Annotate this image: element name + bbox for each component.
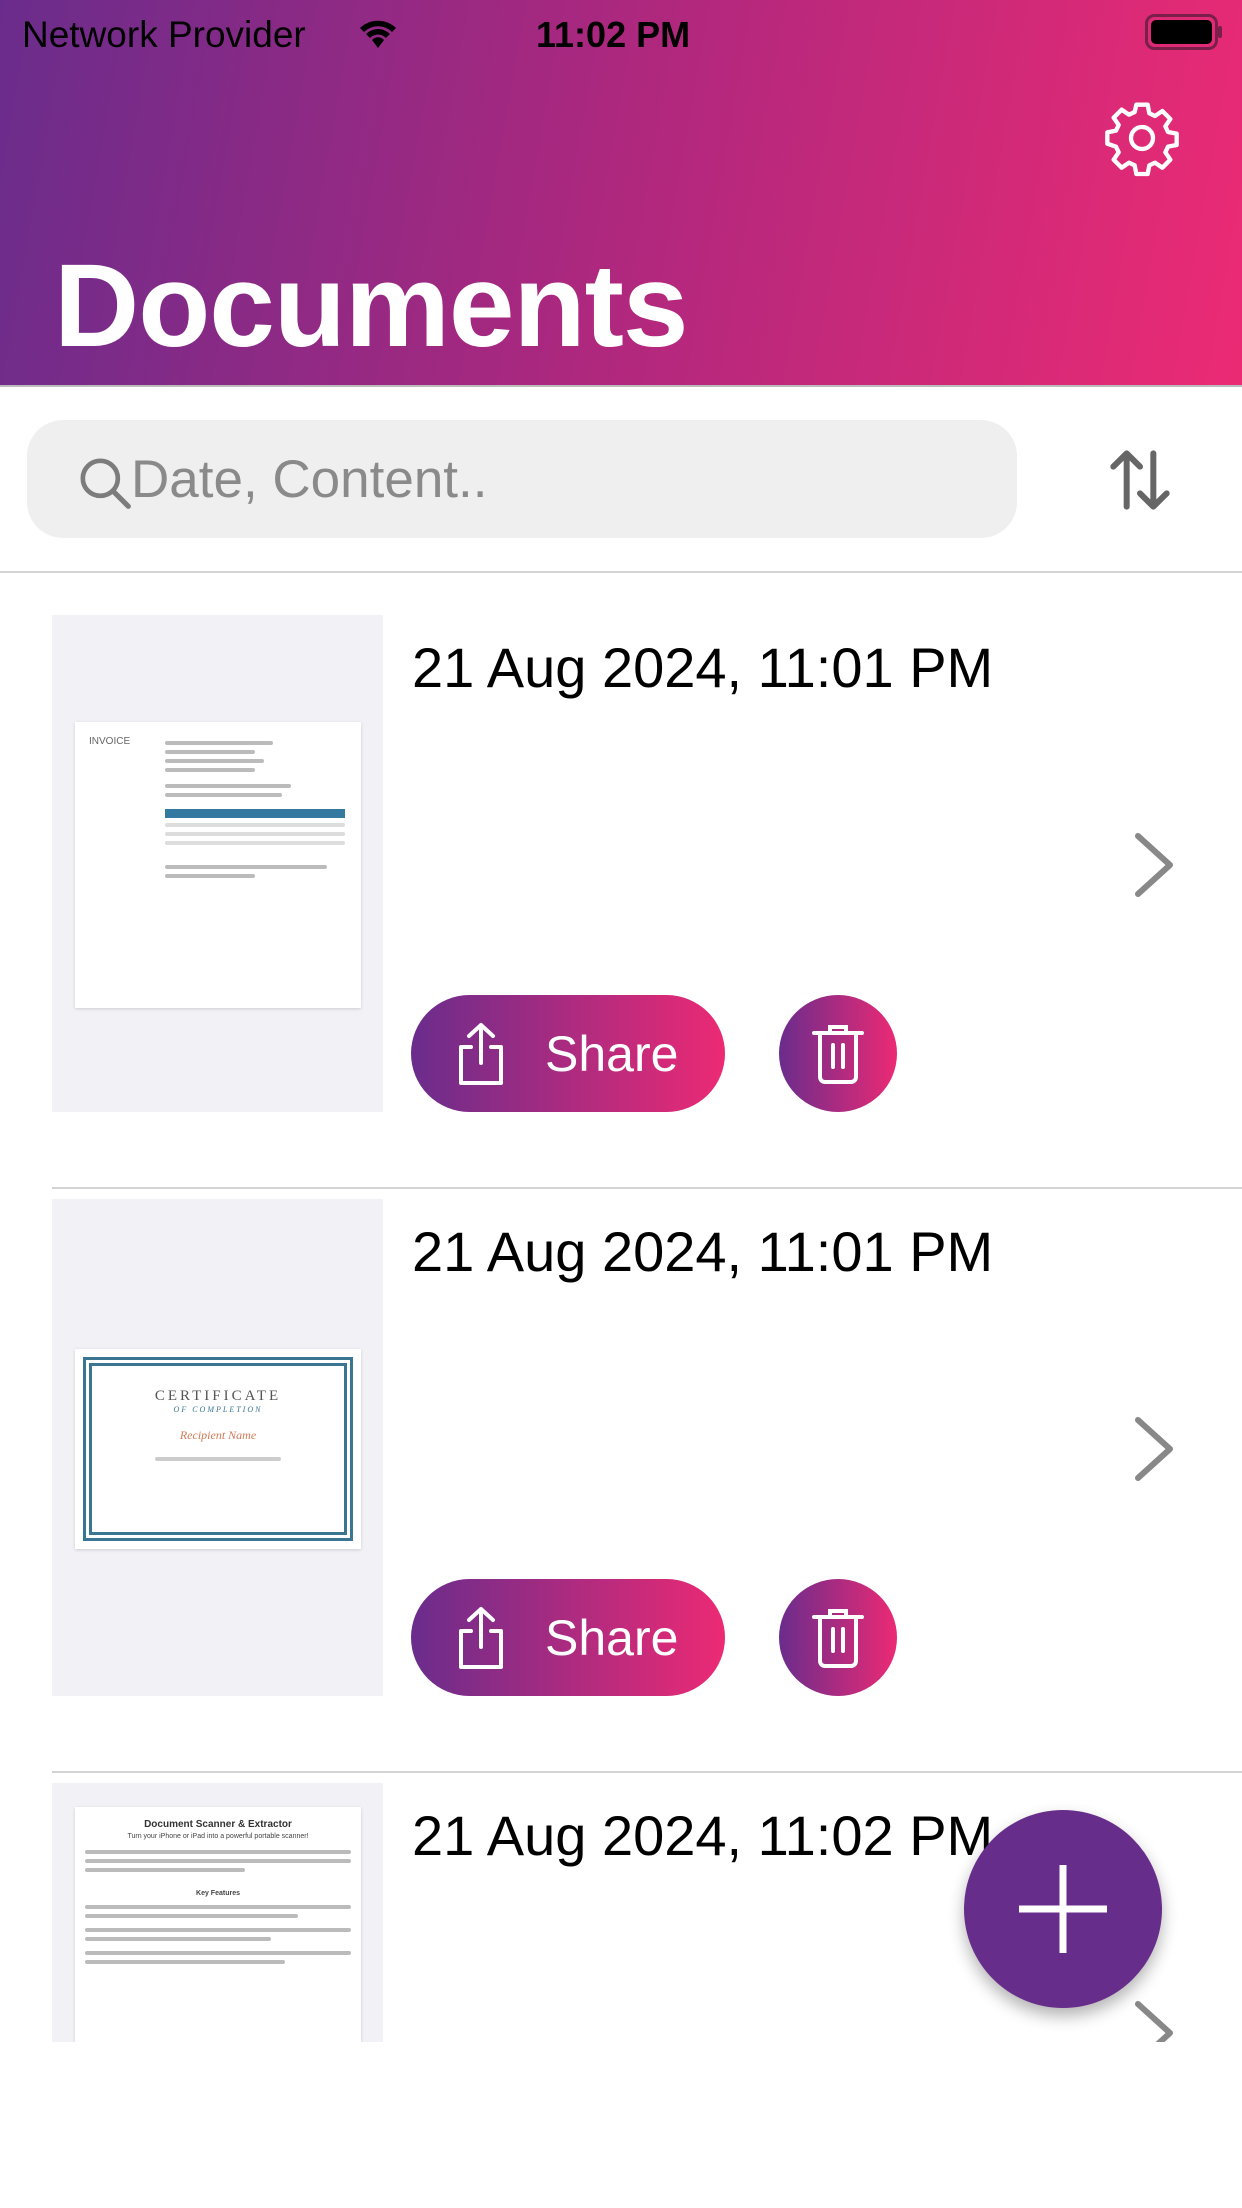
document-page: Document Scanner & Extractor Turn your i… [75, 1807, 361, 2042]
row-separator [52, 1187, 1242, 1189]
document-date: 21 Aug 2024, 11:01 PM [412, 636, 994, 699]
document-row[interactable]: INVOICE 21 Aug 2024, 11:01 PM Share [0, 615, 1242, 1199]
search-bar[interactable] [27, 420, 1017, 538]
share-button[interactable]: Share [411, 995, 725, 1112]
certificate-name: Recipient Name [179, 1428, 257, 1442]
battery-icon [1145, 14, 1222, 50]
document-thumbnail[interactable]: INVOICE [52, 615, 383, 1112]
document-thumbnail[interactable]: Document Scanner & Extractor Turn your i… [52, 1783, 383, 2042]
document-date: 21 Aug 2024, 11:02 PM [412, 1804, 994, 1867]
carrier-label: Network Provider [22, 14, 306, 55]
delete-button[interactable] [779, 995, 897, 1112]
settings-gear-icon[interactable] [1102, 98, 1182, 178]
document-thumbnail[interactable]: CERTIFICATE OF COMPLETION Recipient Name [52, 1199, 383, 1696]
chevron-right-icon[interactable] [1130, 1998, 1180, 2042]
invoice-body [165, 736, 345, 883]
doc-heading: Key Features [196, 1890, 240, 1897]
invoice-page: INVOICE [75, 722, 361, 1008]
page-title: Documents [54, 240, 689, 372]
delete-button[interactable] [779, 1579, 897, 1696]
share-label: Share [545, 1609, 679, 1666]
share-button[interactable]: Share [411, 1579, 725, 1696]
certificate-border: CERTIFICATE OF COMPLETION Recipient Name [83, 1357, 353, 1541]
wifi-icon [360, 20, 396, 48]
search-icon [80, 458, 131, 509]
document-date: 21 Aug 2024, 11:01 PM [412, 1220, 994, 1283]
share-icon [459, 1022, 503, 1085]
chevron-right-icon[interactable] [1130, 830, 1180, 900]
search-input[interactable] [131, 420, 991, 538]
clock: 11:02 PM [536, 14, 691, 55]
add-document-button[interactable] [964, 1810, 1162, 2008]
certificate-subtitle: OF COMPLETION [173, 1405, 263, 1414]
plus-icon [1019, 1865, 1107, 1953]
row-separator [52, 1771, 1242, 1773]
trash-icon [812, 1608, 864, 1668]
document-row[interactable]: CERTIFICATE OF COMPLETION Recipient Name… [0, 1199, 1242, 1783]
doc-subtitle: Turn your iPhone or iPad into a powerful… [127, 1833, 309, 1840]
share-icon [459, 1606, 503, 1669]
divider [0, 571, 1242, 573]
header: Network Provider 11:02 PM Documents [0, 0, 1242, 387]
share-label: Share [545, 1025, 679, 1082]
doc-title: Document Scanner & Extractor [144, 1819, 292, 1830]
trash-icon [812, 1024, 864, 1084]
sort-icon[interactable] [1100, 440, 1180, 520]
chevron-right-icon[interactable] [1130, 1414, 1180, 1484]
certificate-page: CERTIFICATE OF COMPLETION Recipient Name [75, 1349, 361, 1549]
certificate-title: CERTIFICATE [154, 1388, 282, 1404]
